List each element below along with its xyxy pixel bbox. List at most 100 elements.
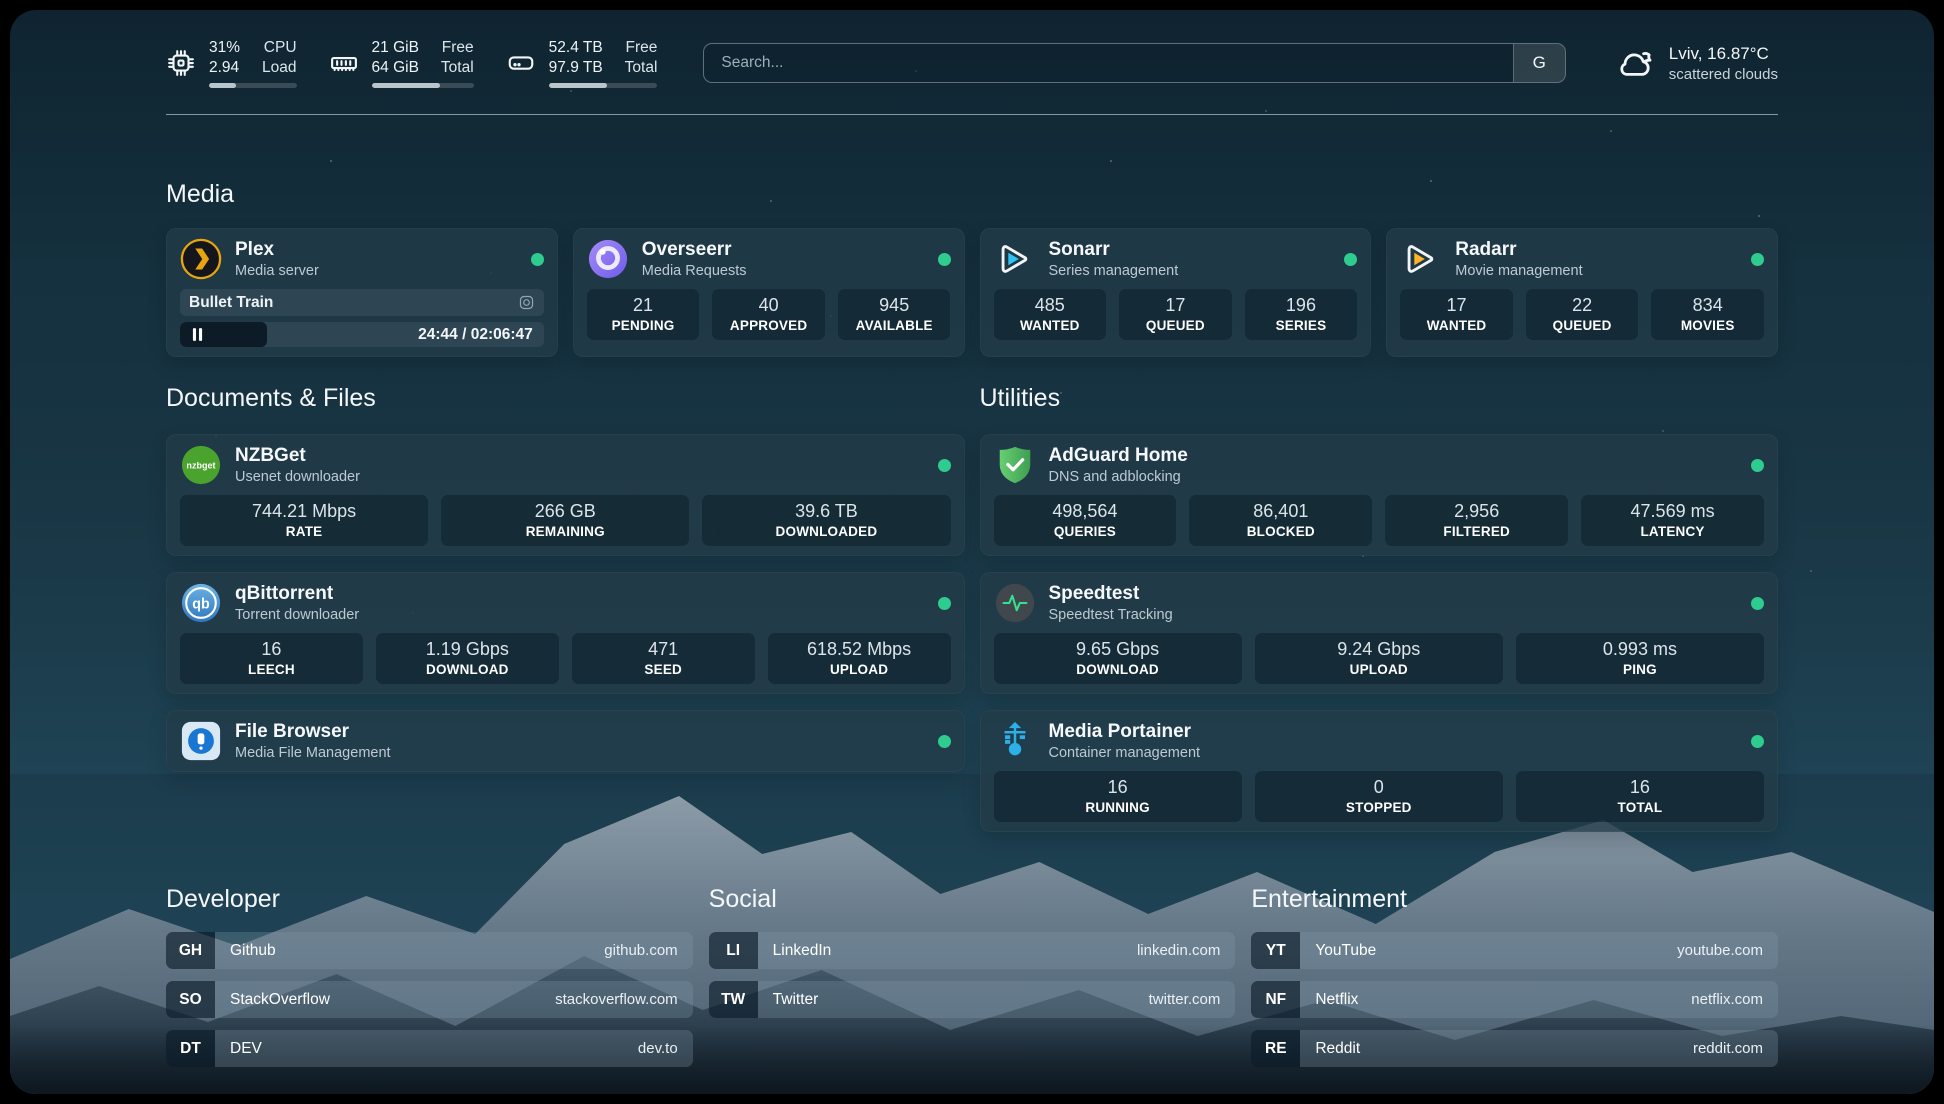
search-input[interactable] — [704, 44, 1512, 82]
stat-queries: 498,564 QUERIES — [994, 495, 1177, 546]
bookmark-youtube[interactable]: YT YouTube youtube.com — [1251, 932, 1778, 969]
service-card-filebrowser[interactable]: File Browser Media File Management — [166, 710, 965, 772]
stat-filtered: 2,956 FILTERED — [1385, 495, 1568, 546]
stat-value: 16 — [1520, 776, 1760, 798]
service-stats: 21 PENDING 40 APPROVED 945 AVAILABLE — [587, 289, 951, 340]
bookmarks-area: Developer GH Github github.com SO StackO… — [166, 884, 1778, 1067]
bookmark-netflix[interactable]: NF Netflix netflix.com — [1251, 981, 1778, 1018]
cloud-icon — [1614, 42, 1656, 84]
service-card-sonarr[interactable]: Sonarr Series management 485 WANTED 17 Q… — [980, 228, 1372, 357]
stat-value: 834 — [1655, 294, 1760, 316]
stat-seed: 471 SEED — [572, 633, 755, 684]
bookmark-github[interactable]: GH Github github.com — [166, 932, 693, 969]
stat-label: QUEUED — [1530, 317, 1635, 334]
service-title[interactable]: Overseerr — [642, 238, 747, 261]
monitor-value: 21 GiB — [372, 38, 419, 58]
stat-value: 945 — [842, 294, 947, 316]
resource-monitors: 31%2.94 CPULoad 21 GiB64 GiB FreeTotal 5… — [166, 38, 657, 88]
bookmark-name: Reddit — [1315, 1040, 1360, 1058]
service-subtitle: Media Requests — [642, 262, 747, 280]
bookmark-url: linkedin.com — [1137, 942, 1220, 959]
stat-latency: 47.569 ms LATENCY — [1581, 495, 1764, 546]
section-heading-utilities: Utilities — [980, 383, 1779, 414]
service-subtitle: Movie management — [1455, 262, 1582, 280]
bookmark-reddit[interactable]: RE Reddit reddit.com — [1251, 1030, 1778, 1067]
stat-label: LATENCY — [1585, 523, 1760, 540]
disk-icon — [506, 48, 536, 78]
now-playing-row: Bullet Train — [180, 289, 544, 316]
service-subtitle: Media server — [235, 262, 319, 280]
memory-icon — [329, 48, 359, 78]
service-title[interactable]: qBittorrent — [235, 582, 359, 605]
service-title[interactable]: NZBGet — [235, 444, 360, 467]
status-dot — [1751, 735, 1764, 748]
service-card-radarr[interactable]: Radarr Movie management 17 WANTED 22 QUE… — [1386, 228, 1778, 357]
session-view-icon[interactable] — [518, 294, 535, 311]
monitor-label: Free — [625, 38, 658, 58]
pause-icon — [192, 328, 203, 341]
status-dot — [938, 459, 951, 472]
service-title[interactable]: Media Portainer — [1049, 720, 1201, 743]
now-playing-title: Bullet Train — [189, 294, 273, 312]
status-dot — [938, 735, 951, 748]
weather-condition: scattered clouds — [1669, 65, 1778, 84]
bookmark-stackoverflow[interactable]: SO StackOverflow stackoverflow.com — [166, 981, 693, 1018]
service-title[interactable]: Sonarr — [1049, 238, 1179, 261]
playback-time: 24:44 / 02:06:47 — [418, 326, 544, 344]
service-card-overseerr[interactable]: Overseerr Media Requests 21 PENDING 40 A… — [573, 228, 965, 357]
stat-movies: 834 MOVIES — [1651, 289, 1764, 340]
bookmark-twitter[interactable]: TW Twitter twitter.com — [709, 981, 1236, 1018]
bookmark-name: Netflix — [1315, 991, 1358, 1009]
stat-value: 39.6 TB — [706, 500, 946, 522]
bookmark-dev[interactable]: DT DEV dev.to — [166, 1030, 693, 1067]
top-bar: 31%2.94 CPULoad 21 GiB64 GiB FreeTotal 5… — [166, 32, 1778, 94]
stat-label: AVAILABLE — [842, 317, 947, 334]
sonarr-icon — [994, 238, 1036, 280]
stat-value: 0.993 ms — [1520, 638, 1760, 660]
stat-value: 266 GB — [445, 500, 685, 522]
search-provider-button[interactable]: G — [1513, 44, 1565, 82]
stat-value: 22 — [1530, 294, 1635, 316]
bookmark-group-entertainment: Entertainment YT YouTube youtube.com NF … — [1251, 884, 1778, 1067]
stat-value: 16 — [184, 638, 359, 660]
service-card-speedtest[interactable]: Speedtest Speedtest Tracking 9.65 Gbps D… — [980, 572, 1779, 694]
bookmark-name: Twitter — [773, 991, 819, 1009]
bookmark-linkedin[interactable]: LI LinkedIn linkedin.com — [709, 932, 1236, 969]
service-card-portainer[interactable]: Media Portainer Container management 16 … — [980, 710, 1779, 832]
service-subtitle: DNS and adblocking — [1049, 468, 1188, 486]
service-subtitle: Media File Management — [235, 744, 391, 762]
stat-label: STOPPED — [1259, 799, 1499, 816]
stat-pending: 21 PENDING — [587, 289, 700, 340]
stat-blocked: 86,401 BLOCKED — [1189, 495, 1372, 546]
stat-label: DOWNLOAD — [998, 661, 1238, 678]
bookmark-abbr: DT — [166, 1030, 215, 1067]
stat-upload: 618.52 Mbps UPLOAD — [768, 633, 951, 684]
monitor-value: 52.4 TB — [549, 38, 603, 58]
service-stats: 9.65 Gbps DOWNLOAD 9.24 Gbps UPLOAD 0.99… — [994, 633, 1765, 684]
bookmark-url: youtube.com — [1677, 942, 1763, 959]
stat-label: REMAINING — [445, 523, 685, 540]
service-title[interactable]: Radarr — [1455, 238, 1582, 261]
monitor-label: CPU — [262, 38, 296, 58]
stat-label: UPLOAD — [772, 661, 947, 678]
svg-text:qb: qb — [192, 596, 210, 612]
filebrowser-icon — [180, 720, 222, 762]
cpu-monitor: 31%2.94 CPULoad — [166, 38, 297, 88]
bookmark-group-social: Social LI LinkedIn linkedin.com TW Twitt… — [709, 884, 1236, 1067]
service-card-plex[interactable]: Plex Media server Bullet Train 24:44 / 0… — [166, 228, 558, 357]
service-card-adguard[interactable]: AdGuard Home DNS and adblocking 498,564 … — [980, 434, 1779, 556]
bookmark-name: LinkedIn — [773, 942, 832, 960]
speedtest-icon — [994, 582, 1036, 624]
service-title[interactable]: File Browser — [235, 720, 391, 743]
service-card-qbittorrent[interactable]: qb qBittorrent Torrent downloader 16 LEE… — [166, 572, 965, 694]
status-dot — [1751, 253, 1764, 266]
service-title[interactable]: AdGuard Home — [1049, 444, 1188, 467]
stat-rate: 744.21 Mbps RATE — [180, 495, 428, 546]
stat-available: 945 AVAILABLE — [838, 289, 951, 340]
service-card-nzbget[interactable]: nzbget NZBGet Usenet downloader 744.21 M… — [166, 434, 965, 556]
radarr-icon — [1400, 238, 1442, 280]
stat-value: 485 — [998, 294, 1103, 316]
service-subtitle: Container management — [1049, 744, 1201, 762]
service-title[interactable]: Speedtest — [1049, 582, 1173, 605]
service-title[interactable]: Plex — [235, 238, 319, 261]
